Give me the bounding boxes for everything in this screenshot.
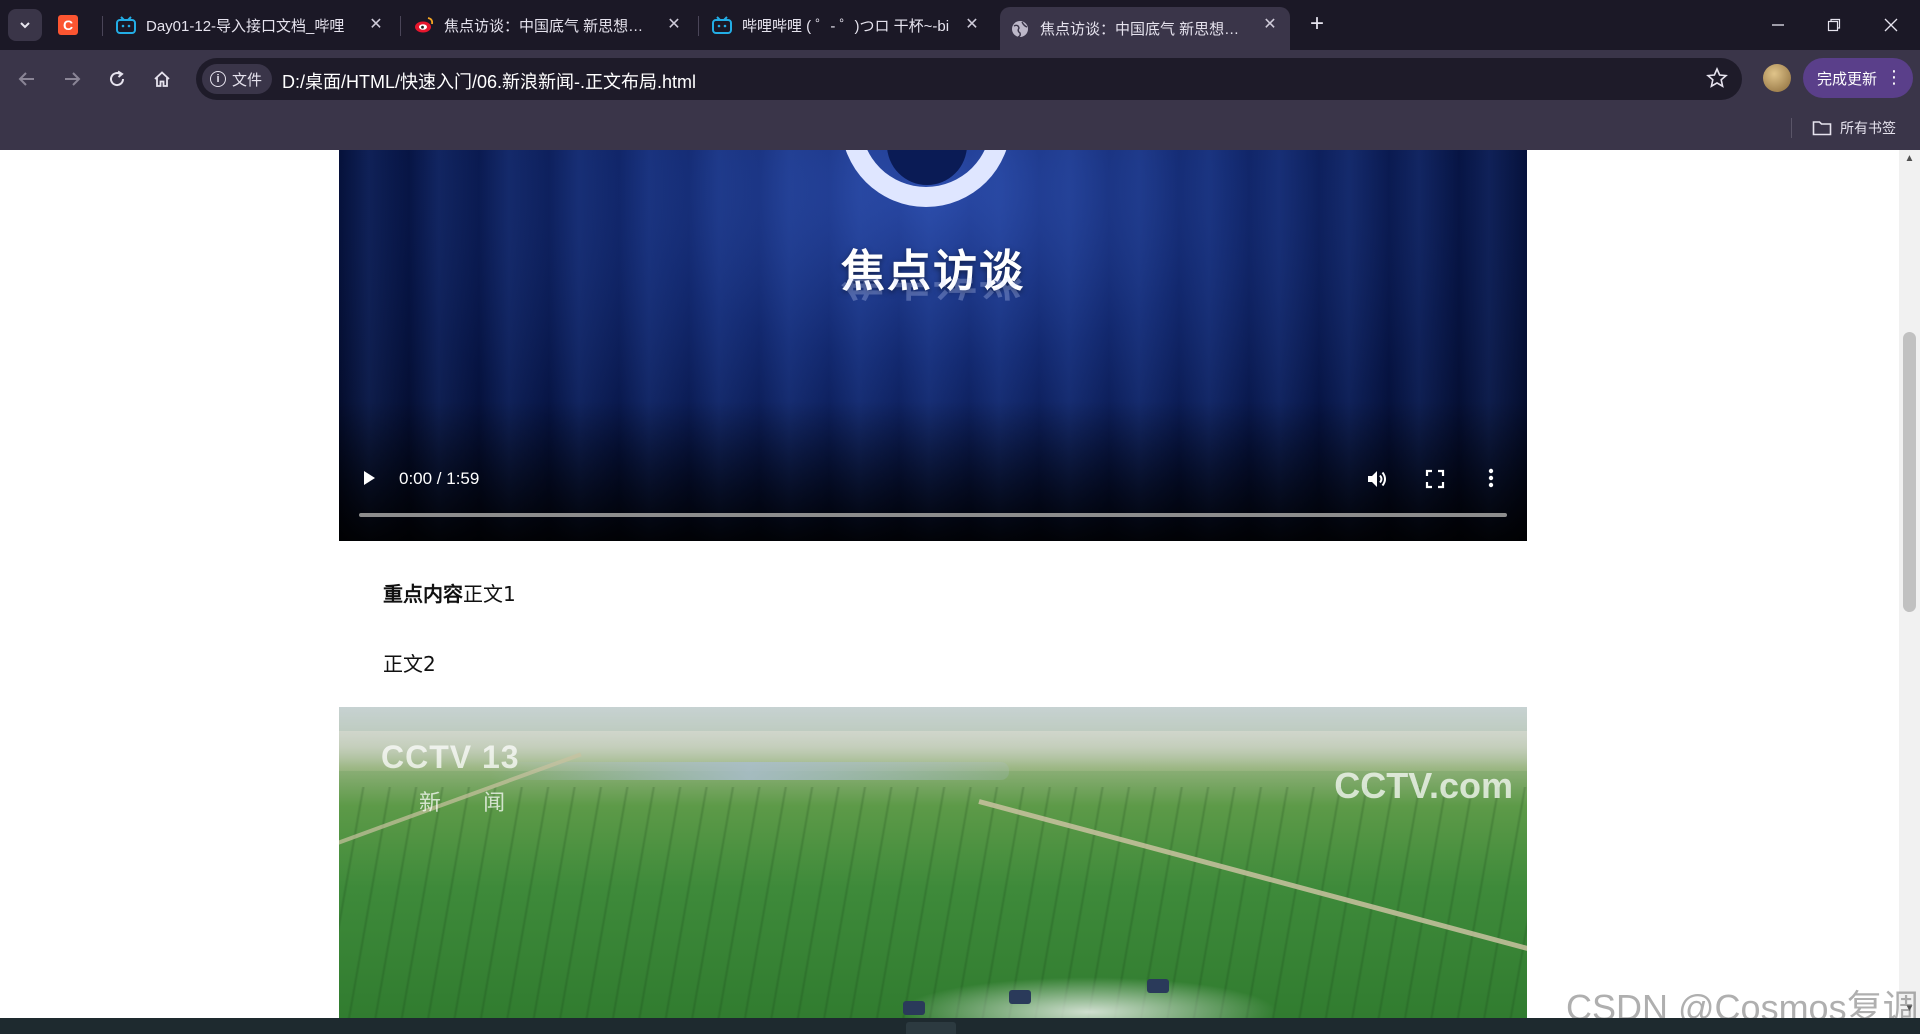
image-water — [489, 762, 1009, 780]
tab-separator — [400, 16, 401, 36]
profile-avatar[interactable] — [1763, 64, 1791, 92]
more-menu-icon: ⋮ — [1885, 67, 1903, 87]
play-icon — [364, 471, 375, 485]
video-frame-title-reflection: 焦点访谈 — [339, 278, 1527, 314]
all-bookmarks-button[interactable]: 所有书签 — [1812, 118, 1896, 138]
toolbar: i 文件 D:/桌面/HTML/快速入门/06.新浪新闻-.正文布局.html … — [0, 50, 1920, 108]
cctv13-watermark: CCTV 13 — [381, 739, 520, 775]
scroll-up-arrow-icon[interactable]: ▲ — [1899, 150, 1920, 168]
paragraph-strong: 重点内容 — [383, 582, 463, 606]
tab-jiaodian-active[interactable]: 焦点访谈：中国底气 新思想夯实 ✕ — [1000, 7, 1290, 50]
video-controls-shade — [339, 401, 1527, 541]
image-tractor — [1009, 990, 1031, 1004]
article-image: CCTV 13 新 闻 CCTV.com — [339, 707, 1527, 1018]
close-icon[interactable]: ✕ — [1260, 15, 1280, 35]
fullscreen-button[interactable] — [1424, 468, 1446, 490]
video-progress-bar[interactable] — [359, 513, 1507, 517]
restore-icon — [1827, 18, 1841, 32]
restore-button[interactable] — [1814, 8, 1854, 42]
browser-chrome: C Day01-12-导入接口文档_哔哩 ✕ 焦点访谈：中国底气 新思想夯实 ✕… — [0, 0, 1920, 150]
page-content: 焦点访谈 焦点访谈 0:00 / 1:59 重点内容正文1 正文2 — [0, 150, 1899, 1018]
bookmarks-separator — [1791, 118, 1792, 138]
play-button[interactable] — [359, 468, 379, 488]
article-paragraph-2: 正文2 — [383, 652, 436, 676]
video-player[interactable]: 焦点访谈 焦点访谈 0:00 / 1:59 — [339, 150, 1527, 541]
taskbar — [0, 1018, 1920, 1034]
bilibili-icon — [712, 15, 732, 35]
url-text[interactable]: D:/桌面/HTML/快速入门/06.新浪新闻-.正文布局.html — [282, 68, 696, 94]
video-frame: 焦点访谈 焦点访谈 — [339, 150, 1527, 541]
cctv-news-watermark: 新 闻 — [419, 790, 524, 815]
volume-button[interactable] — [1365, 467, 1389, 491]
tab-jiaodian-1[interactable]: 焦点访谈：中国底气 新思想夯实 ✕ — [414, 7, 694, 43]
video-more-button[interactable] — [1488, 466, 1494, 490]
taskbar-item[interactable] — [906, 1022, 956, 1034]
tab-bilibili[interactable]: 哔哩哔哩 ( ゜- ゜)つロ 干杯~-bi ✕ — [712, 7, 992, 43]
back-button[interactable] — [10, 62, 44, 96]
more-vertical-icon — [1488, 468, 1494, 488]
image-tractor — [903, 1001, 925, 1015]
tab-title: 焦点访谈：中国底气 新思想夯实 — [444, 17, 654, 35]
svg-text:C: C — [63, 17, 73, 33]
article-paragraph-1: 重点内容正文1 — [383, 578, 516, 607]
weibo-icon — [414, 15, 434, 35]
reload-button[interactable] — [100, 62, 134, 96]
tab-title: 哔哩哔哩 ( ゜- ゜)つロ 干杯~-bi — [742, 17, 950, 35]
tab-search-button[interactable] — [8, 9, 42, 41]
minimize-icon — [1772, 24, 1784, 26]
new-tab-button[interactable]: + — [1303, 10, 1331, 38]
back-arrow-icon — [18, 72, 34, 86]
close-icon[interactable]: ✕ — [962, 15, 982, 35]
all-bookmarks-label: 所有书签 — [1840, 120, 1896, 136]
tab-title: Day01-12-导入接口文档_哔哩 — [146, 17, 345, 35]
tab-strip: C Day01-12-导入接口文档_哔哩 ✕ 焦点访谈：中国底气 新思想夯实 ✕… — [0, 0, 1920, 50]
address-bar[interactable]: i 文件 D:/桌面/HTML/快速入门/06.新浪新闻-.正文布局.html — [196, 58, 1742, 100]
cctv-com-watermark: CCTV.com — [1334, 765, 1513, 806]
tab-title: 焦点访谈：中国底气 新思想夯实 — [1040, 21, 1250, 38]
site-info-label: 文件 — [232, 71, 263, 89]
image-dust — [899, 977, 1279, 1018]
bookmark-star-button[interactable] — [1706, 66, 1730, 91]
forward-button[interactable] — [55, 62, 89, 96]
star-icon — [1706, 66, 1728, 88]
info-icon: i — [210, 71, 226, 87]
home-button[interactable] — [145, 62, 179, 96]
close-icon[interactable]: ✕ — [366, 15, 386, 35]
globe-icon — [1010, 19, 1030, 39]
page-scrollbar[interactable]: ▲ ▼ — [1899, 150, 1920, 1018]
home-icon — [154, 71, 170, 87]
update-button[interactable]: 完成更新 ⋮ — [1803, 58, 1913, 98]
tab-csdn[interactable]: C — [58, 7, 88, 43]
reload-icon — [110, 70, 125, 87]
video-time: 0:00 / 1:59 — [399, 469, 480, 488]
volume-icon — [1368, 471, 1386, 487]
image-tractor — [1147, 979, 1169, 993]
chevron-down-icon — [20, 22, 30, 29]
close-icon — [1884, 18, 1898, 32]
paragraph-text: 正文1 — [463, 582, 516, 606]
tab-separator — [698, 16, 699, 36]
fullscreen-icon — [1425, 469, 1445, 489]
scrollbar-thumb[interactable] — [1903, 332, 1916, 612]
site-info-chip[interactable]: i 文件 — [202, 64, 273, 94]
close-icon[interactable]: ✕ — [664, 15, 684, 35]
forward-arrow-icon — [65, 72, 81, 86]
folder-icon — [1812, 121, 1832, 136]
tab-separator — [102, 16, 103, 36]
minimize-button[interactable] — [1758, 8, 1798, 42]
close-window-button[interactable] — [1871, 8, 1911, 42]
csdn-icon: C — [58, 15, 78, 35]
bilibili-icon — [116, 15, 136, 35]
bookmarks-bar: 所有书签 — [0, 108, 1920, 150]
tab-day01[interactable]: Day01-12-导入接口文档_哔哩 ✕ — [116, 7, 396, 43]
update-label: 完成更新 — [1817, 70, 1878, 88]
